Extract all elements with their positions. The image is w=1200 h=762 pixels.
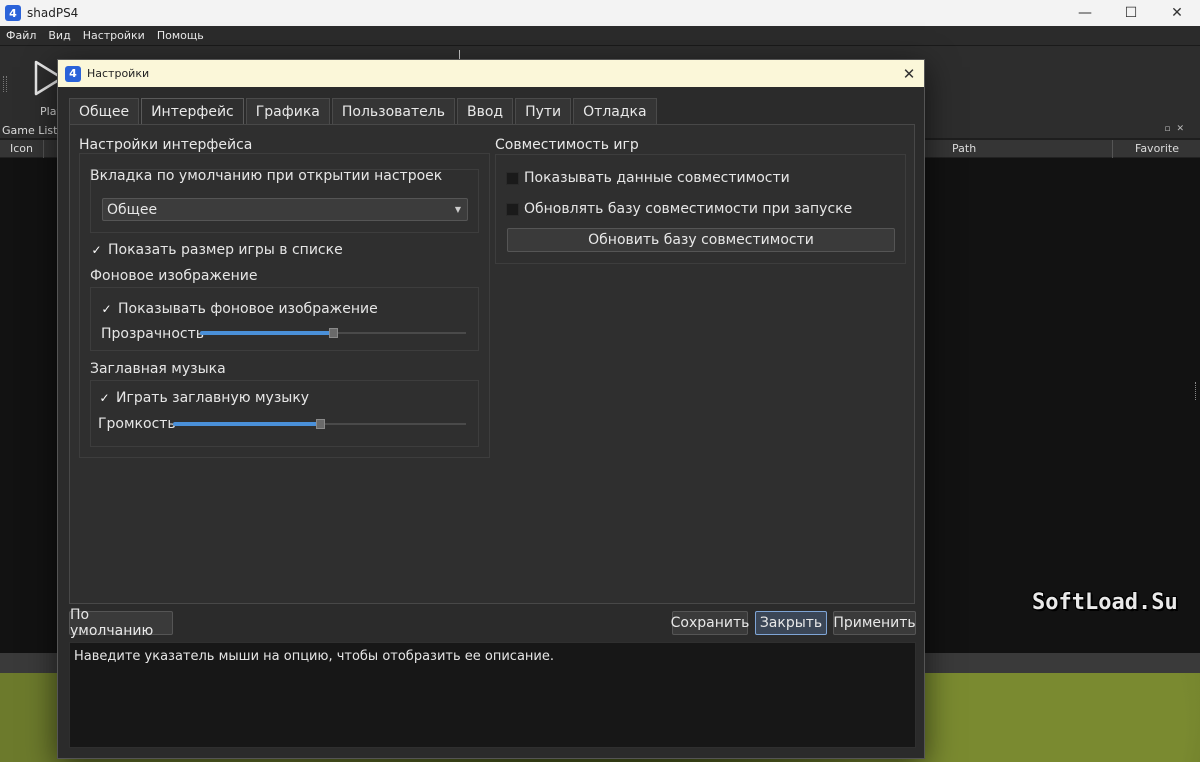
dropdown-arrow-icon: ▼ [454, 205, 461, 214]
game-compat-title: Совместимость игр [495, 137, 639, 153]
window-controls: — ☐ ✕ [1062, 0, 1200, 26]
settings-dialog: 4 Настройки ✕ Общее Интерфейс Графика По… [57, 59, 925, 759]
option-description-box: Наведите указатель мыши на опцию, чтобы … [69, 642, 916, 748]
apply-button[interactable]: Применить [833, 611, 916, 635]
update-compat-on-start-label: Обновлять базу совместимости при запуске [524, 201, 853, 217]
menu-view[interactable]: Вид [42, 29, 76, 42]
tab-input[interactable]: Ввод [456, 98, 514, 124]
show-game-size-checkbox[interactable]: ✓ Показать размер игры в списке [90, 242, 343, 258]
unchecked-box-icon [506, 171, 519, 185]
update-compat-on-start-checkbox[interactable]: Обновлять базу совместимости при запуске [506, 201, 852, 217]
app-title: shadPS4 [27, 6, 79, 20]
column-separator [43, 140, 44, 158]
unchecked-box-icon [506, 202, 519, 216]
volume-label: Громкость [98, 416, 176, 432]
opacity-label: Прозрачность [101, 326, 204, 342]
default-tab-select[interactable]: Общее ▼ [102, 198, 468, 221]
tab-user[interactable]: Пользователь [331, 98, 455, 124]
tab-graphics[interactable]: Графика [245, 98, 330, 124]
close-button[interactable]: Закрыть [755, 611, 827, 635]
tab-paths[interactable]: Пути [515, 98, 572, 124]
slider-fill [173, 422, 320, 426]
show-background-label: Показывать фоновое изображение [118, 301, 378, 317]
interface-settings-title: Настройки интерфейса [79, 137, 253, 153]
dock-float-close-icon[interactable]: ▫✕ [1164, 124, 1190, 134]
play-title-music-checkbox[interactable]: ✓ Играть заглавную музыку [98, 390, 309, 406]
show-compat-data-checkbox[interactable]: Показывать данные совместимости [506, 170, 790, 186]
volume-slider[interactable] [173, 418, 466, 430]
interface-tab-panel: Настройки интерфейса Вкладка по умолчани… [69, 124, 915, 604]
restore-defaults-button[interactable]: По умолчанию [69, 607, 173, 639]
column-separator [1112, 140, 1113, 158]
dialog-title: Настройки [87, 67, 150, 80]
menu-settings[interactable]: Настройки [77, 29, 151, 42]
minimize-button[interactable]: — [1062, 0, 1108, 26]
main-titlebar: 4 shadPS4 — ☐ ✕ [0, 0, 1200, 26]
opacity-slider[interactable] [200, 327, 466, 339]
column-path[interactable]: Path [952, 142, 976, 155]
save-button[interactable]: Сохранить [671, 611, 749, 635]
default-tab-label: Вкладка по умолчанию при открытии настро… [90, 168, 443, 184]
slider-handle[interactable] [316, 419, 325, 429]
game-list-title: Game List [2, 124, 58, 137]
checkmark-icon: ✓ [91, 243, 102, 257]
checkmark-icon: ✓ [101, 302, 112, 316]
toolbar-grip-icon[interactable] [3, 76, 7, 92]
title-music-title: Заглавная музыка [90, 361, 226, 377]
menu-file[interactable]: Файл [0, 29, 42, 42]
dialog-titlebar: 4 Настройки ✕ [58, 60, 924, 87]
dialog-close-icon[interactable]: ✕ [894, 65, 924, 83]
watermark-text: SoftLoad.Su [1032, 590, 1178, 615]
checkmark-icon: ✓ [99, 391, 110, 405]
slider-fill [200, 331, 333, 335]
default-tab-value: Общее [107, 201, 158, 218]
settings-tabs: Общее Интерфейс Графика Пользователь Вво… [69, 98, 659, 124]
tab-interface[interactable]: Интерфейс [141, 98, 244, 124]
show-compat-data-label: Показывать данные совместимости [524, 170, 790, 186]
close-window-button[interactable]: ✕ [1154, 0, 1200, 26]
menu-bar: Файл Вид Настройки Помощь [0, 26, 1200, 46]
column-favorite[interactable]: Favorite [1135, 142, 1179, 155]
resize-grip-icon[interactable] [1195, 382, 1199, 400]
shadps4-logo-icon: 4 [5, 5, 21, 21]
update-compat-db-button[interactable]: Обновить базу совместимости [507, 228, 895, 252]
play-title-music-label: Играть заглавную музыку [116, 390, 310, 406]
show-game-size-label: Показать размер игры в списке [108, 242, 343, 258]
tab-general[interactable]: Общее [69, 98, 140, 124]
show-background-checkbox[interactable]: ✓ Показывать фоновое изображение [100, 301, 378, 317]
option-description-text: Наведите указатель мыши на опцию, чтобы … [74, 649, 554, 664]
tab-debug[interactable]: Отладка [573, 98, 657, 124]
menu-help[interactable]: Помощь [151, 29, 210, 42]
slider-handle[interactable] [329, 328, 338, 338]
background-image-title: Фоновое изображение [90, 268, 258, 284]
maximize-button[interactable]: ☐ [1108, 0, 1154, 26]
column-icon[interactable]: Icon [10, 142, 33, 155]
shadps4-logo-icon: 4 [65, 65, 81, 82]
